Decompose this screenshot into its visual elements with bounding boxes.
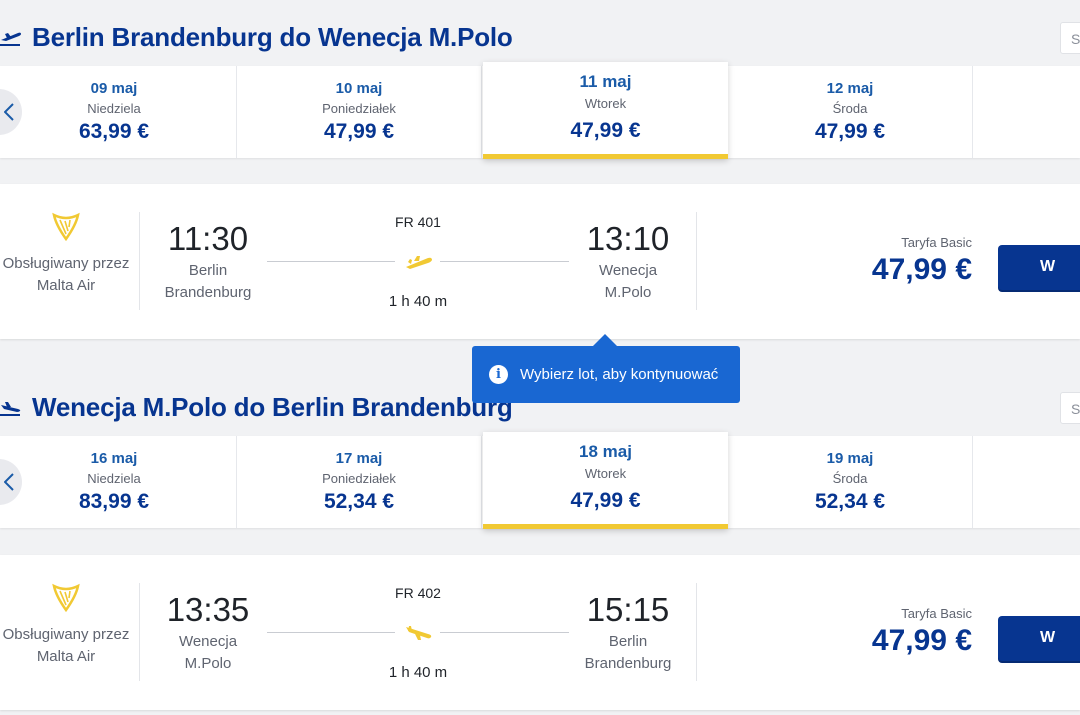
harp-logo-icon xyxy=(52,212,80,242)
inbound-header: Wenecja M.Polo do Berlin Brandenburg xyxy=(0,382,513,432)
outbound-date-option[interactable]: 10 maj Poniedziałek 47,99 € xyxy=(237,66,482,158)
route-line xyxy=(440,261,569,262)
date-price: 52,34 € xyxy=(814,490,886,513)
date-price: 63 xyxy=(973,490,1080,514)
date-price: 83,99 € xyxy=(78,490,150,513)
arrival-airport: Brandenburg xyxy=(584,655,672,672)
date-price: 47,99 € xyxy=(570,489,641,512)
flight-duration: 1 h 40 m xyxy=(388,293,448,310)
outbound-side-control[interactable]: S xyxy=(1060,22,1080,54)
date-label: 17 maj xyxy=(335,450,383,467)
inbound-date-option-selected[interactable]: 18 maj Wtorek 47,99 € xyxy=(483,432,728,529)
date-label: 11 maj xyxy=(579,72,632,91)
arrival-city: Berlin xyxy=(608,633,648,650)
date-label: 18 maj xyxy=(579,442,632,461)
inbound-date-option[interactable]: 2 Cz 63 xyxy=(973,436,1080,528)
date-label: 12 maj xyxy=(826,80,874,97)
weekday-label: Cz xyxy=(973,101,1080,116)
select-flight-tooltip: i Wybierz lot, aby kontynuować xyxy=(472,334,740,403)
date-label: 10 maj xyxy=(335,80,383,97)
fare-price: 47,99 € xyxy=(871,624,972,657)
weekday-label: Poniedziałek xyxy=(322,101,396,116)
weekday-label: Cz xyxy=(973,471,1080,486)
tooltip-text: Wybierz lot, aby kontynuować xyxy=(520,366,719,383)
date-price: 47,99 € xyxy=(570,119,641,142)
outbound-date-strip: 09 maj Niedziela 63,99 € 10 maj Poniedzi… xyxy=(0,62,1080,159)
divider xyxy=(139,583,140,681)
arrival-time: 15:15 xyxy=(586,591,670,628)
weekday-label: Wtorek xyxy=(584,96,627,111)
divider xyxy=(696,212,697,310)
departure-airport: M.Polo xyxy=(184,655,232,672)
weekday-label: Niedziela xyxy=(87,471,141,486)
flight-number: FR 401 xyxy=(395,214,441,230)
fare-label: Taryfa Basic xyxy=(901,235,972,250)
date-label: 1 xyxy=(973,80,1080,97)
divider xyxy=(139,212,140,310)
arrival-airport: M.Polo xyxy=(604,284,652,301)
date-label: 19 maj xyxy=(826,450,874,467)
flight-duration: 1 h 40 m xyxy=(388,664,448,681)
chevron-left-icon xyxy=(4,103,14,121)
inbound-route-title: Wenecja M.Polo do Berlin Brandenburg xyxy=(32,391,513,422)
weekday-label: Środa xyxy=(832,101,868,116)
date-price: 52,34 € xyxy=(323,490,395,513)
inbound-side-control[interactable]: S xyxy=(1060,392,1080,424)
departure-city: Wenecja xyxy=(178,633,238,650)
route-line xyxy=(440,632,569,633)
arrival-city: Wenecja xyxy=(598,262,658,279)
arriving-plane-icon xyxy=(0,402,21,416)
operator-label: Obsługiwany przez Malta Air xyxy=(2,626,130,665)
select-flight-button[interactable]: W xyxy=(998,245,1080,290)
weekday-label: Wtorek xyxy=(584,466,627,481)
harp-logo-icon xyxy=(52,583,80,613)
date-price: 47,99 € xyxy=(814,120,886,143)
route-line xyxy=(267,261,395,262)
plane-icon xyxy=(406,626,432,640)
fare-price: 47,99 € xyxy=(871,253,972,286)
outbound-header: Berlin Brandenburg do Wenecja M.Polo xyxy=(0,12,513,62)
departure-time: 11:30 xyxy=(167,220,249,257)
departure-airport: Brandenburg xyxy=(164,284,252,301)
date-price: 47,99 € xyxy=(323,120,395,143)
select-flight-button[interactable]: W xyxy=(998,616,1080,661)
outbound-date-option[interactable]: 1 Cz 63 xyxy=(973,66,1080,158)
flight-number: FR 402 xyxy=(395,585,441,601)
outbound-flight-card[interactable]: Obsługiwany przez Malta Air 11:30 Berlin… xyxy=(0,184,1080,339)
operator-info: Obsługiwany przez Malta Air xyxy=(0,212,132,297)
date-price: 63,99 € xyxy=(78,120,150,143)
operator-info: Obsługiwany przez Malta Air xyxy=(0,583,132,668)
divider xyxy=(696,583,697,681)
info-icon: i xyxy=(489,365,508,384)
inbound-date-strip: 16 maj Niedziela 83,99 € 17 maj Poniedzi… xyxy=(0,432,1080,529)
weekday-label: Środa xyxy=(832,471,868,486)
inbound-flight-card[interactable]: Obsługiwany przez Malta Air 13:35 Wenecj… xyxy=(0,555,1080,710)
date-label: 16 maj xyxy=(90,450,138,467)
chevron-left-icon xyxy=(4,473,14,491)
outbound-date-option-selected[interactable]: 11 maj Wtorek 47,99 € xyxy=(483,62,728,159)
outbound-date-option[interactable]: 12 maj Środa 47,99 € xyxy=(728,66,973,158)
fare-label: Taryfa Basic xyxy=(901,606,972,621)
weekday-label: Poniedziałek xyxy=(322,471,396,486)
outbound-route-title: Berlin Brandenburg do Wenecja M.Polo xyxy=(32,21,513,52)
inbound-date-option[interactable]: 19 maj Środa 52,34 € xyxy=(728,436,973,528)
inbound-date-option[interactable]: 16 maj Niedziela 83,99 € xyxy=(0,436,237,528)
outbound-date-option[interactable]: 09 maj Niedziela 63,99 € xyxy=(0,66,237,158)
date-label: 09 maj xyxy=(90,80,138,97)
date-label: 2 xyxy=(973,450,1080,467)
route-line xyxy=(267,632,395,633)
operator-label: Obsługiwany przez Malta Air xyxy=(2,255,130,294)
arrival-time: 13:10 xyxy=(586,220,670,257)
departing-plane-icon xyxy=(0,32,21,46)
departure-time: 13:35 xyxy=(166,591,250,628)
weekday-label: Niedziela xyxy=(87,101,141,116)
date-price: 63 xyxy=(973,120,1080,144)
plane-icon xyxy=(406,256,432,269)
inbound-date-option[interactable]: 17 maj Poniedziałek 52,34 € xyxy=(237,436,482,528)
departure-city: Berlin xyxy=(188,262,228,279)
